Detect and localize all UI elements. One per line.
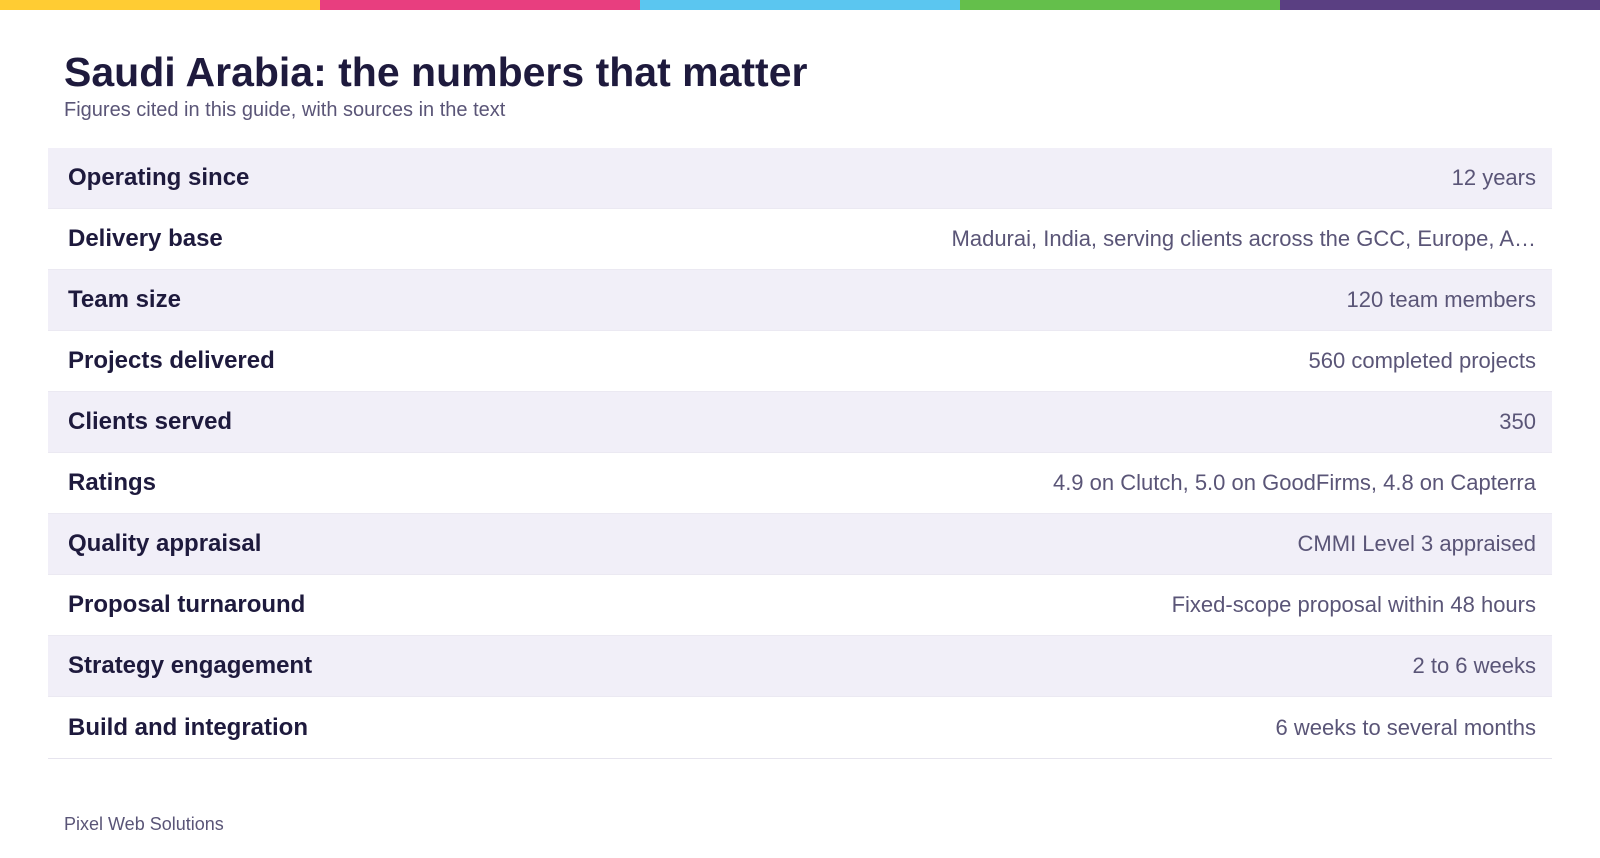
row-label: Team size (68, 286, 181, 313)
row-label: Clients served (68, 408, 233, 435)
row-label: Build and integration (68, 713, 308, 741)
row-label: Strategy engagement (68, 652, 313, 679)
row-value: 12 years (1451, 165, 1536, 190)
row-value: 560 completed projects (1308, 348, 1536, 373)
page-header: Saudi Arabia: the numbers that matter Fi… (64, 48, 807, 122)
accent-segment-green (960, 0, 1280, 10)
table-row: Build and integration 6 weeks to several… (48, 697, 1552, 758)
table-row: Team size 120 team members (48, 270, 1552, 331)
facts-table: Operating since 12 years Delivery base M… (48, 148, 1552, 759)
table-row: Quality appraisal CMMI Level 3 appraised (48, 514, 1552, 575)
row-value: Fixed-scope proposal within 48 hours (1171, 592, 1536, 617)
row-value: Madurai, India, serving clients across t… (951, 226, 1536, 251)
footer-brand: Pixel Web Solutions (64, 814, 224, 834)
row-value: 350 (1499, 409, 1536, 434)
row-label: Operating since (68, 164, 250, 191)
table-row: Ratings 4.9 on Clutch, 5.0 on GoodFirms,… (48, 453, 1552, 514)
accent-segment-blue (640, 0, 960, 10)
row-label: Delivery base (68, 225, 223, 252)
row-value: 2 to 6 weeks (1412, 653, 1536, 678)
table-row: Operating since 12 years (48, 148, 1552, 209)
table-row: Clients served 350 (48, 392, 1552, 453)
row-label: Projects delivered (68, 347, 275, 374)
accent-color-bar (0, 0, 1600, 10)
table-row: Delivery base Madurai, India, serving cl… (48, 209, 1552, 270)
accent-segment-purple (1280, 0, 1600, 10)
row-label: Quality appraisal (68, 530, 262, 557)
page-title: Saudi Arabia: the numbers that matter (64, 49, 808, 95)
row-value: CMMI Level 3 appraised (1297, 531, 1536, 556)
row-label: Proposal turnaround (68, 591, 306, 618)
row-label: Ratings (68, 469, 157, 496)
row-value: 120 team members (1346, 287, 1536, 312)
row-value: 4.9 on Clutch, 5.0 on GoodFirms, 4.8 on … (1052, 470, 1536, 495)
table-row: Projects delivered 560 completed project… (48, 331, 1552, 392)
table-row: Strategy engagement 2 to 6 weeks (48, 636, 1552, 697)
accent-segment-yellow (0, 0, 320, 10)
table-row: Proposal turnaround Fixed-scope proposal… (48, 575, 1552, 636)
row-value: 6 weeks to several months (1275, 714, 1536, 740)
accent-segment-pink (320, 0, 640, 10)
page-subtitle: Figures cited in this guide, with source… (64, 99, 506, 121)
